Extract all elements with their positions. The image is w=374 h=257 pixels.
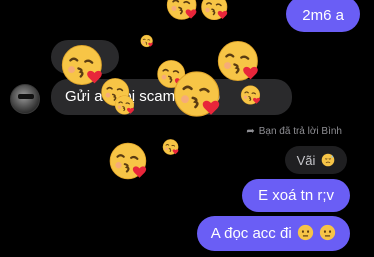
kiss-emoji-icon [108,140,150,182]
quoted-message-text: Vãi [296,153,316,168]
kiss-emoji-icon [140,34,154,48]
neutral-face-emoji-icon [297,224,313,241]
chat-screen: 2m6 a Gửi a ... bị scam ... cho ➦ Bạn đã … [0,0,374,257]
sent-message-text: 2m6 a [302,7,344,24]
reply-note: ➦ Bạn đã trả lời Bình [246,126,342,137]
sent-message-bubble[interactable]: E xoá tn r;v [242,179,350,212]
sent-message-text: E xoá tn r;v [258,187,334,204]
quoted-message-bubble[interactable]: Vãi [284,146,347,174]
kiss-emoji-icon [200,0,230,22]
avatar[interactable] [10,84,40,114]
kiss-emoji-icon [172,68,224,120]
sent-message-bubble[interactable]: A đọc acc đi [196,216,350,251]
reply-note-text: Bạn đã trả lời Bình [258,126,342,137]
downcast-sweat-emoji-icon [321,153,335,167]
reply-arrow-icon: ➦ [246,126,255,137]
kiss-emoji-icon [162,138,180,156]
sent-message-text: A đọc acc đi [210,225,292,242]
kiss-emoji-icon [114,94,136,116]
sent-message-bubble[interactable]: 2m6 a [286,0,360,32]
kiss-emoji-icon [160,0,205,22]
neutral-face-emoji-icon [319,224,336,241]
kiss-emoji-icon [240,84,262,106]
